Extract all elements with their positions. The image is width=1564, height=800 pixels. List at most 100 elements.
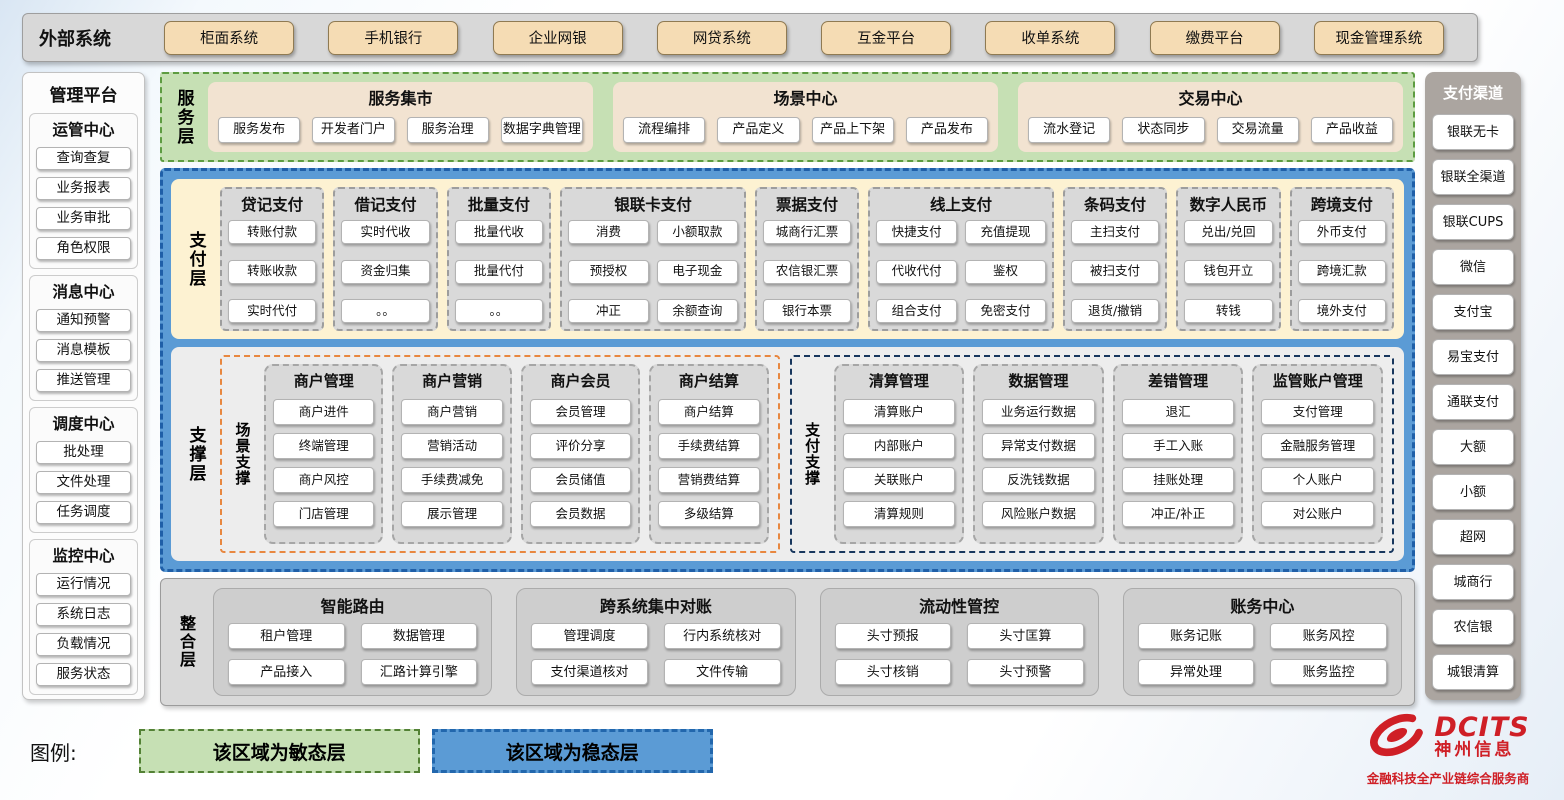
sidebar-group-title: 运管中心 [36, 118, 131, 140]
payment-group-items: 实时代收资金归集。。 [341, 220, 429, 323]
legend-stable: 该区域为稳态层 [432, 729, 713, 773]
payment-group-title: 跨境支付 [1298, 193, 1386, 215]
support-item: 营销活动 [401, 433, 502, 459]
support-item: 清算账户 [843, 399, 956, 425]
integration-item: 账务监控 [1270, 659, 1387, 685]
external-system-node: 互金平台 [821, 21, 951, 55]
external-systems-title: 外部系统 [39, 25, 147, 51]
payment-item: 鉴权 [965, 260, 1046, 284]
integration-group: 跨系统集中对账管理调度行内系统核对支付渠道核对文件传输 [516, 588, 795, 696]
logo-brand-text: DCITS [1434, 714, 1529, 742]
channel-node: 微信 [1432, 249, 1514, 285]
integration-item: 账务记账 [1138, 623, 1255, 649]
integration-group-title: 智能路由 [228, 593, 477, 617]
support-group: 监管账户管理支付管理金融服务管理个人账户对公账户 [1252, 364, 1383, 544]
support-item: 会员储值 [530, 467, 631, 493]
service-group-title: 场景中心 [773, 85, 837, 109]
sidebar-item: 负载情况 [36, 633, 131, 656]
support-group-title: 商户管理 [273, 370, 374, 391]
support-section-label: 支付支撑 [801, 364, 825, 544]
dcits-logo-icon [1366, 710, 1428, 764]
service-layer: 服务层 服务集市服务发布开发者门户服务治理数据字典管理场景中心流程编排产品定义产… [160, 72, 1415, 162]
service-group: 服务集市服务发布开发者门户服务治理数据字典管理 [208, 82, 593, 152]
support-layer-label: 支撑层 [181, 355, 211, 553]
payment-item: 批量代付 [455, 260, 543, 284]
support-item: 挂账处理 [1122, 467, 1235, 493]
integration-item: 文件传输 [664, 659, 781, 685]
service-group: 场景中心流程编排产品定义产品上下架产品发布 [613, 82, 998, 152]
payment-layer-label: 支付层 [181, 187, 211, 331]
service-item: 流水登记 [1028, 117, 1110, 143]
payment-item: 跨境汇款 [1298, 260, 1386, 284]
channel-node: 银联CUPS [1432, 204, 1514, 240]
external-system-node: 网贷系统 [657, 21, 787, 55]
channel-items: 银联无卡银联全渠道银联CUPS微信支付宝易宝支付通联支付大额小额超网城商行农信银… [1432, 114, 1514, 690]
integration-item: 租户管理 [228, 623, 345, 649]
support-item: 评价分享 [530, 433, 631, 459]
payment-group-items: 兑出/兑回钱包开立转钱 [1184, 220, 1272, 323]
channel-node: 通联支付 [1432, 384, 1514, 420]
integration-item: 数据管理 [361, 623, 478, 649]
sidebar-item: 服务状态 [36, 663, 131, 686]
support-item: 门店管理 [273, 501, 374, 527]
payment-item: 退货/撤销 [1071, 299, 1159, 323]
payment-item: 快捷支付 [876, 220, 957, 244]
support-item: 退汇 [1122, 399, 1235, 425]
support-item: 内部账户 [843, 433, 956, 459]
sidebar-item: 批处理 [36, 441, 131, 464]
payment-group-title: 贷记支付 [228, 193, 316, 215]
payment-group: 条码支付主扫支付被扫支付退货/撤销 [1063, 187, 1167, 331]
payment-item: 。。 [455, 299, 543, 323]
service-item: 产品收益 [1311, 117, 1393, 143]
payment-item: 被扫支付 [1071, 260, 1159, 284]
support-item: 支付管理 [1261, 399, 1374, 425]
channel-node: 城商行 [1432, 564, 1514, 600]
external-system-node: 柜面系统 [164, 21, 294, 55]
sidebar-item: 查询查复 [36, 147, 131, 170]
sidebar-item: 消息模板 [36, 339, 131, 362]
service-group: 交易中心流水登记状态同步交易流量产品收益 [1018, 82, 1403, 152]
payment-group-items: 批量代收批量代付。。 [455, 220, 543, 323]
integration-group-items: 租户管理数据管理产品接入汇路计算引擎 [228, 623, 477, 685]
payment-item: 实时代收 [341, 220, 429, 244]
payment-group-items: 主扫支付被扫支付退货/撤销 [1071, 220, 1159, 323]
support-group: 清算管理清算账户内部账户关联账户清算规则 [834, 364, 965, 544]
sidebar-group-title: 调度中心 [36, 412, 131, 434]
sidebar-item: 文件处理 [36, 471, 131, 494]
service-group-items: 流水登记状态同步交易流量产品收益 [1028, 113, 1393, 146]
channel-node: 小额 [1432, 474, 1514, 510]
integration-item: 头寸匡算 [967, 623, 1084, 649]
channel-node: 城银清算 [1432, 654, 1514, 690]
payment-item: 免密支付 [965, 299, 1046, 323]
service-item: 流程编排 [623, 117, 705, 143]
sidebar-group: 运管中心查询查复业务报表业务审批角色权限 [29, 113, 138, 269]
support-item: 终端管理 [273, 433, 374, 459]
integration-item: 支付渠道核对 [531, 659, 648, 685]
support-group-title: 数据管理 [982, 370, 1095, 391]
payment-item: 城商行汇票 [763, 220, 851, 244]
payment-item: 农信银汇票 [763, 260, 851, 284]
support-group-title: 差错管理 [1122, 370, 1235, 391]
support-group-title: 监管账户管理 [1261, 370, 1374, 391]
support-item: 商户进件 [273, 399, 374, 425]
payment-group: 线上支付快捷支付充值提现代收代付鉴权组合支付免密支付 [868, 187, 1054, 331]
payment-channels-sidebar: 支付渠道 银联无卡银联全渠道银联CUPS微信支付宝易宝支付通联支付大额小额超网城… [1425, 72, 1521, 700]
payment-group-items: 消费小额取款预授权电子现金冲正余额查询 [568, 220, 738, 323]
integration-item: 头寸核销 [835, 659, 952, 685]
support-item: 清算规则 [843, 501, 956, 527]
payment-item: 消费 [568, 220, 649, 244]
external-system-node: 缴费平台 [1150, 21, 1280, 55]
support-item: 商户风控 [273, 467, 374, 493]
payment-item: 充值提现 [965, 220, 1046, 244]
integration-item: 头寸预报 [835, 623, 952, 649]
payment-group-title: 银联卡支付 [568, 193, 738, 215]
support-item: 营销费结算 [658, 467, 759, 493]
sidebar-item: 运行情况 [36, 573, 131, 596]
service-layer-label: 服务层 [170, 80, 198, 154]
payment-columns: 贷记支付转账付款转账收款实时代付借记支付实时代收资金归集。。批量支付批量代收批量… [220, 187, 1394, 331]
support-item: 多级结算 [658, 501, 759, 527]
service-item: 产品发布 [906, 117, 988, 143]
logo-tagline: 金融科技全产业链综合服务商 [1367, 768, 1530, 787]
integration-item: 产品接入 [228, 659, 345, 685]
sidebar-group-title: 消息中心 [36, 280, 131, 302]
